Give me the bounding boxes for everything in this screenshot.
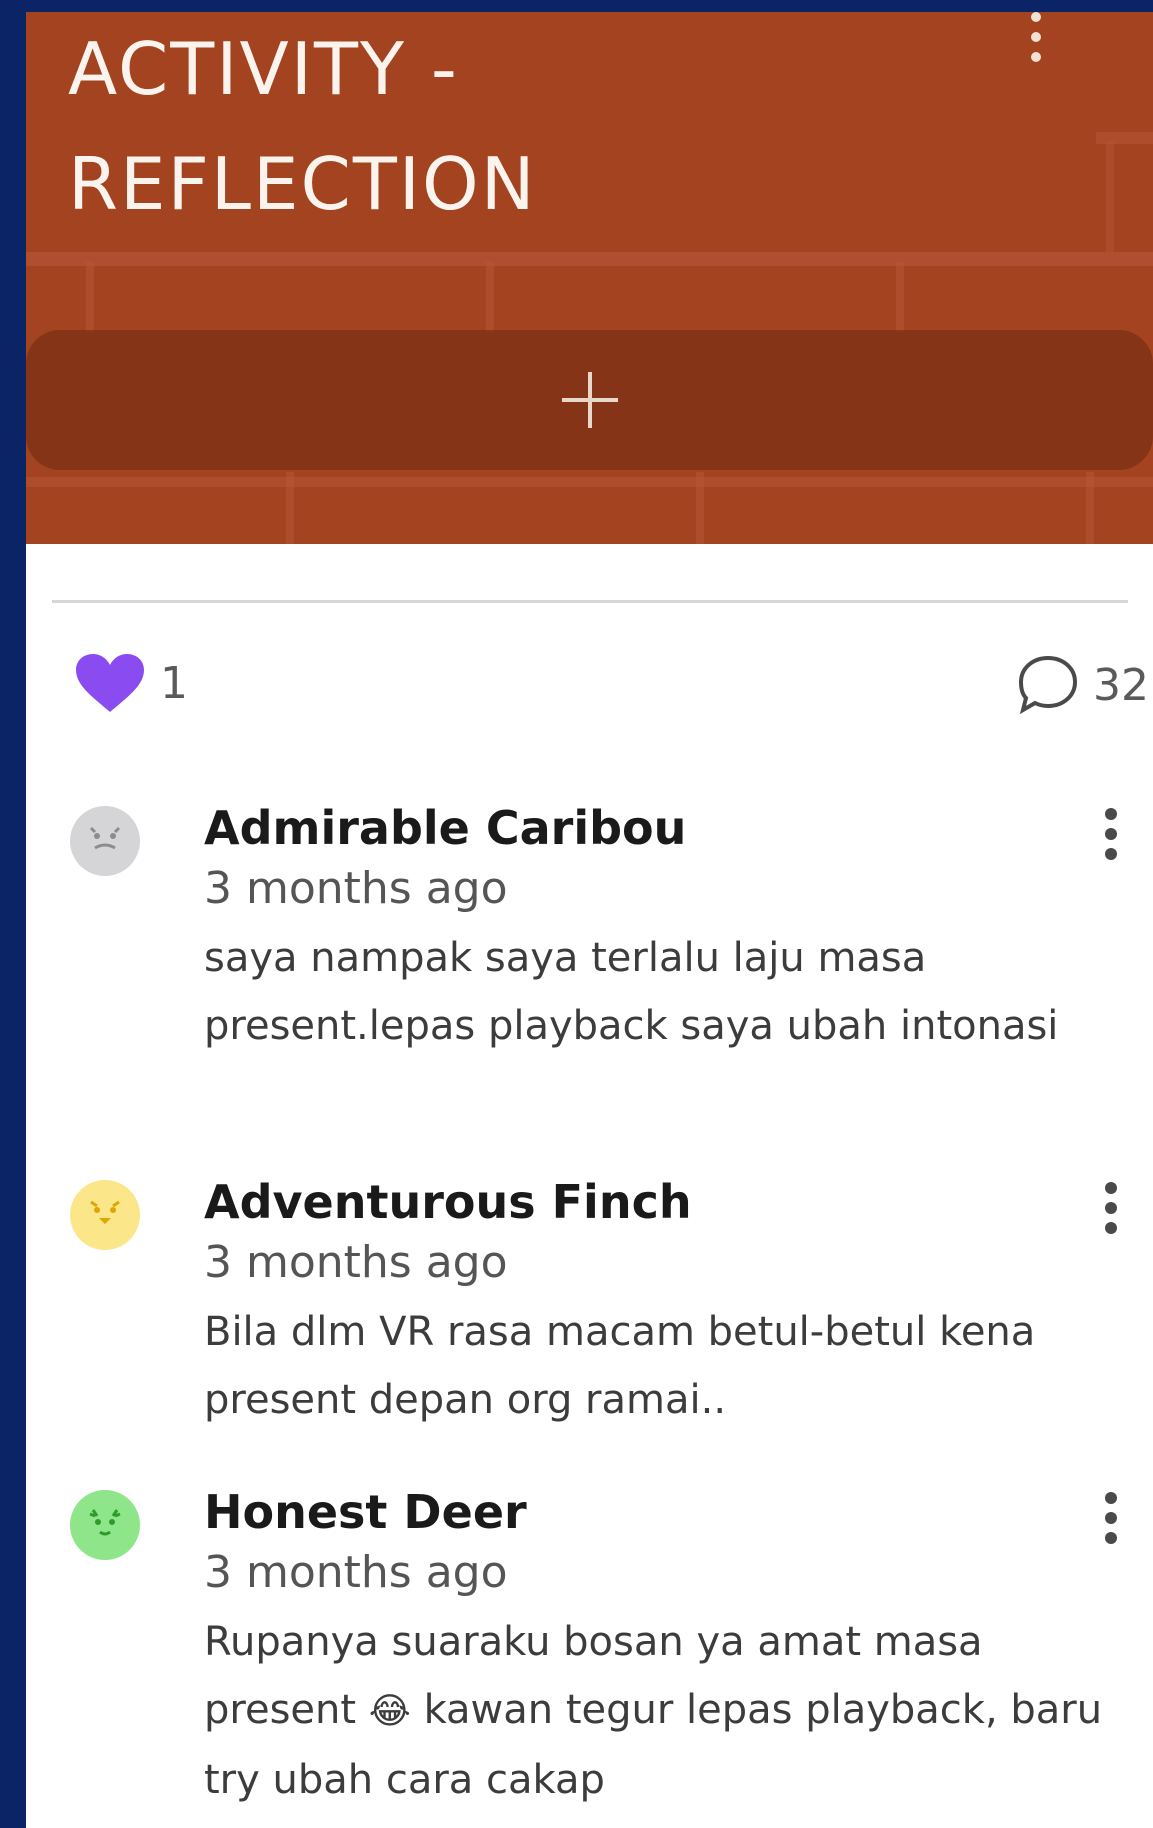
comment-item: Adventurous Finch 3 months ago Bila dlm … [70,1172,1153,1432]
divider [52,600,1128,603]
plus-icon [560,370,620,430]
like-count: 1 [160,657,188,709]
comment-more-icon[interactable] [1099,1182,1123,1242]
post-card: ACTIVITY - REFLECTION 1 32 Admirable Car… [26,12,1153,1828]
page-title: ACTIVITY - REFLECTION [68,27,537,226]
comment-item: Honest Deer 3 months ago Rupanya suaraku… [70,1482,1153,1812]
comment-text: saya nampak saya terlalu laju masa prese… [204,935,1059,1049]
laughing-emoji-icon: 😂 [368,1691,411,1732]
add-post-button[interactable] [26,330,1153,470]
caribou-avatar-icon[interactable] [70,806,140,876]
heart-icon [76,654,144,712]
post-header: ACTIVITY - REFLECTION [26,12,1153,544]
comment-more-icon[interactable] [1099,1492,1123,1552]
finch-avatar-icon[interactable] [70,1180,140,1250]
comment-text: Rupanya suaraku bosan ya amat masa prese… [204,1608,1104,1814]
comments-button[interactable]: 32 [1015,652,1149,718]
comment-timestamp: 3 months ago [204,1547,508,1598]
comment-timestamp: 3 months ago [204,863,508,914]
comment-author[interactable]: Admirable Caribou [204,798,1104,858]
comment-more-icon[interactable] [1099,808,1123,868]
comment-text: Bila dlm VR rasa macam betul-betul kena … [204,1309,1036,1423]
comment-author[interactable]: Adventurous Finch [204,1172,1104,1232]
deer-avatar-icon[interactable] [70,1490,140,1560]
more-options-icon[interactable] [1019,12,1053,72]
comment-timestamp: 3 months ago [204,1237,508,1288]
comment-item: Admirable Caribou 3 months ago saya namp… [70,798,1153,1128]
comment-author[interactable]: Honest Deer [204,1482,1104,1542]
reactions-bar: 1 32 [74,652,1153,722]
speech-bubble-icon [1018,655,1078,715]
comment-count: 32 [1093,659,1149,711]
like-button[interactable]: 1 [74,652,188,714]
